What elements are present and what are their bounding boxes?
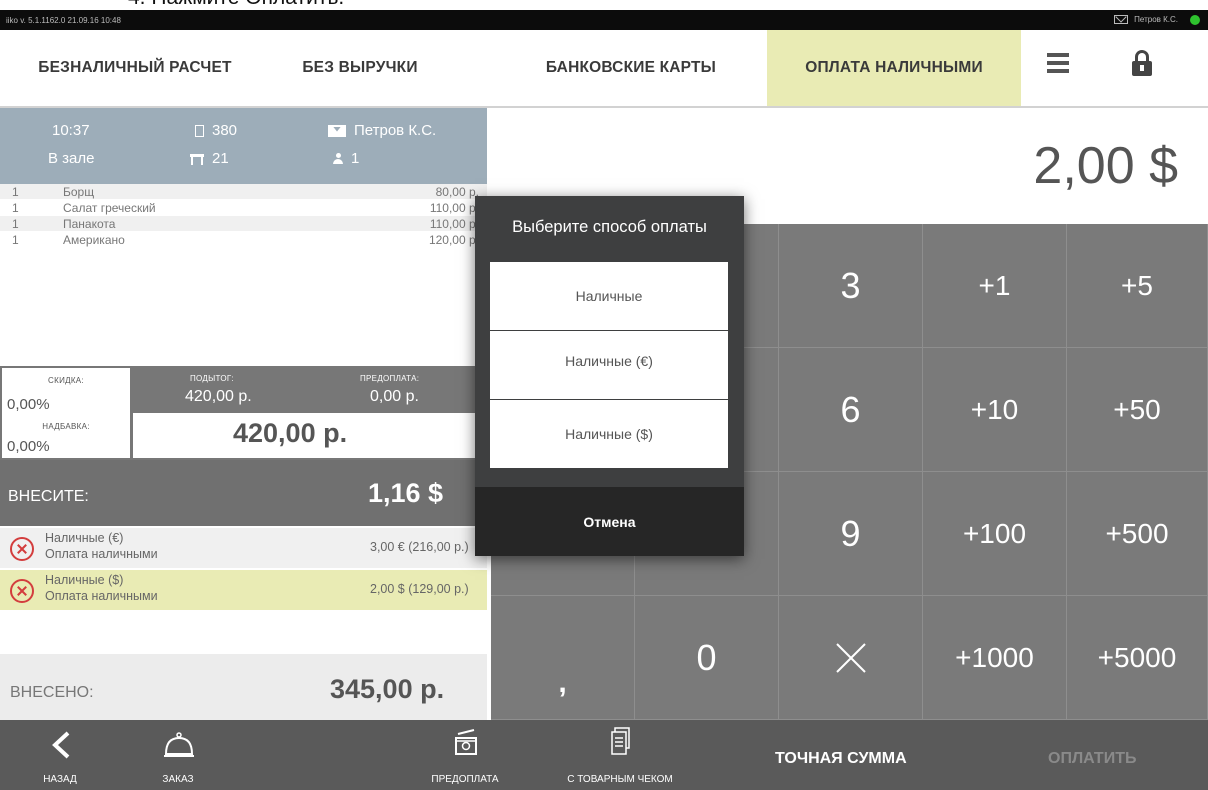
list-item[interactable]: 1 Американо 120,00 р. bbox=[0, 232, 487, 248]
option-cash-eur[interactable]: Наличные (€) bbox=[490, 331, 728, 399]
key-plus-5000[interactable]: +5000 bbox=[1067, 596, 1208, 720]
guests-icon bbox=[333, 153, 343, 164]
amount-due-panel: ВНЕСИТЕ: 1,16 $ bbox=[0, 460, 487, 526]
discount-box[interactable]: СКИДКА: 0,00% НАДБАВКА: 0,00% bbox=[2, 368, 130, 458]
order-items-list: 1 Борщ 80,00 р. 1 Салат греческий 110,00 р. … bbox=[0, 184, 487, 366]
payment-row-eur[interactable]: Наличные (€) Оплата наличными 3,00 € (21… bbox=[0, 528, 487, 568]
remove-payment-icon[interactable] bbox=[10, 579, 34, 603]
prepay-button[interactable]: ПРЕДОПЛАТА bbox=[420, 720, 510, 790]
amount-due-label: ВНЕСИТЕ: bbox=[8, 488, 89, 505]
order-place: В зале bbox=[48, 150, 95, 167]
key-plus-1[interactable]: +1 bbox=[923, 224, 1067, 348]
discount-value: 0,00% bbox=[7, 396, 50, 413]
key-clear[interactable] bbox=[779, 596, 923, 720]
remove-payment-icon[interactable] bbox=[10, 537, 34, 561]
payment-type-tabs: БЕЗНАЛИЧНЫЙ РАСЧЕТ БЕЗ ВЫРУЧКИ БАНКОВСКИ… bbox=[0, 30, 1208, 108]
lock-icon[interactable] bbox=[1132, 50, 1152, 76]
back-button[interactable]: НАЗАД bbox=[30, 720, 90, 790]
mail-icon[interactable] bbox=[1114, 15, 1129, 24]
order-info-header: 10:37 В зале 380 21 Петров К.С. 1 bbox=[0, 108, 487, 184]
receipt-icon bbox=[611, 727, 630, 755]
cancel-button[interactable]: Отмена bbox=[475, 487, 744, 556]
dialog-title: Выберите способ оплаты bbox=[512, 218, 707, 236]
key-9[interactable]: 9 bbox=[779, 472, 923, 596]
key-plus-100[interactable]: +100 bbox=[923, 472, 1067, 596]
tab-bank-cards[interactable]: БАНКОВСКИЕ КАРТЫ bbox=[495, 30, 767, 106]
instruction-strip: 4. Нажмите Оплатить. bbox=[0, 0, 1208, 10]
tab-no-revenue[interactable]: БЕЗ ВЫРУЧКИ bbox=[270, 30, 450, 106]
prepay-value: 0,00 р. bbox=[370, 388, 419, 405]
key-comma[interactable]: , bbox=[491, 596, 635, 720]
exact-amount-button[interactable]: ТОЧНАЯ СУММА bbox=[775, 750, 907, 768]
key-0[interactable]: 0 bbox=[635, 596, 779, 720]
key-plus-1000[interactable]: +1000 bbox=[923, 596, 1067, 720]
option-cash[interactable]: Наличные bbox=[490, 262, 728, 330]
key-plus-10[interactable]: +10 bbox=[923, 348, 1067, 472]
waiter-name: Петров К.С. bbox=[354, 122, 437, 139]
pay-button[interactable]: ОПЛАТИТЬ bbox=[1048, 750, 1136, 768]
list-item[interactable]: 1 Панакота 110,00 р. bbox=[0, 216, 487, 232]
surcharge-label: НАДБАВКА: bbox=[42, 422, 90, 431]
version-info: iiko v. 5.1.1162.0 21.09.16 10:48 bbox=[6, 16, 121, 25]
bottom-toolbar: НАЗАД ЗАКАЗ ПРЕДОПЛАТА С ТОВАРНЫМ ЧЕКОМ … bbox=[0, 720, 1208, 790]
option-cash-usd[interactable]: Наличные ($) bbox=[490, 400, 728, 468]
discount-label: СКИДКА: bbox=[48, 376, 84, 385]
waiter-icon bbox=[328, 124, 346, 137]
back-arrow-icon bbox=[52, 731, 70, 759]
payment-row-usd[interactable]: Наличные ($) Оплата наличными 2,00 $ (12… bbox=[0, 570, 487, 610]
paid-panel: ВНЕСЕНО: 345,00 р. bbox=[0, 654, 487, 720]
table-icon bbox=[190, 153, 204, 165]
subtotal-label: ПОДЫТОГ: bbox=[190, 374, 235, 383]
status-user: Петров К.С. bbox=[1114, 15, 1178, 24]
paid-value: 345,00 р. bbox=[330, 674, 445, 704]
tab-cash-payment[interactable]: ОПЛАТА НАЛИЧНЫМИ bbox=[767, 30, 1021, 106]
order-button[interactable]: ЗАКАЗ bbox=[148, 720, 208, 790]
cloche-icon bbox=[164, 732, 194, 757]
menu-icon[interactable] bbox=[1047, 53, 1069, 73]
key-3[interactable]: 3 bbox=[779, 224, 923, 348]
key-plus-500[interactable]: +500 bbox=[1067, 472, 1208, 596]
tab-cashless[interactable]: БЕЗНАЛИЧНЫЙ РАСЧЕТ bbox=[0, 30, 270, 106]
list-item[interactable]: 1 Борщ 80,00 р. bbox=[0, 184, 487, 200]
status-bar: iiko v. 5.1.1162.0 21.09.16 10:48 Петров… bbox=[0, 10, 1208, 30]
check-icon bbox=[195, 124, 204, 137]
receipt-button[interactable]: С ТОВАРНЫМ ЧЕКОМ bbox=[550, 720, 690, 790]
list-item[interactable]: 1 Салат греческий 110,00 р. bbox=[0, 200, 487, 216]
money-stack-icon bbox=[455, 729, 477, 755]
clear-x-icon bbox=[835, 642, 866, 673]
order-time: 10:37 bbox=[52, 122, 90, 139]
key-plus-50[interactable]: +50 bbox=[1067, 348, 1208, 472]
entered-amount: 2,00 $ bbox=[1033, 137, 1178, 195]
key-plus-5[interactable]: +5 bbox=[1067, 224, 1208, 348]
order-number: 380 bbox=[212, 122, 238, 139]
amount-due-value: 1,16 $ bbox=[368, 478, 444, 508]
surcharge-value: 0,00% bbox=[7, 438, 50, 455]
instruction-text: 4. Нажмите Оплатить. bbox=[128, 0, 344, 10]
guests-count: 1 bbox=[351, 150, 360, 167]
key-6[interactable]: 6 bbox=[779, 348, 923, 472]
status-user-name: Петров К.С. bbox=[1134, 15, 1178, 24]
paid-label: ВНЕСЕНО: bbox=[10, 684, 94, 701]
online-indicator-icon bbox=[1190, 15, 1200, 25]
payment-method-dialog: Выберите способ оплаты Наличные Наличные… bbox=[475, 196, 744, 556]
prepay-label: ПРЕДОПЛАТА: bbox=[360, 374, 420, 383]
totals-panel: СКИДКА: 0,00% НАДБАВКА: 0,00% ПОДЫТОГ: 4… bbox=[0, 366, 487, 460]
table-number: 21 bbox=[212, 150, 229, 167]
order-total: 420,00 р. bbox=[133, 413, 487, 458]
subtotal-value: 420,00 р. bbox=[185, 388, 252, 405]
